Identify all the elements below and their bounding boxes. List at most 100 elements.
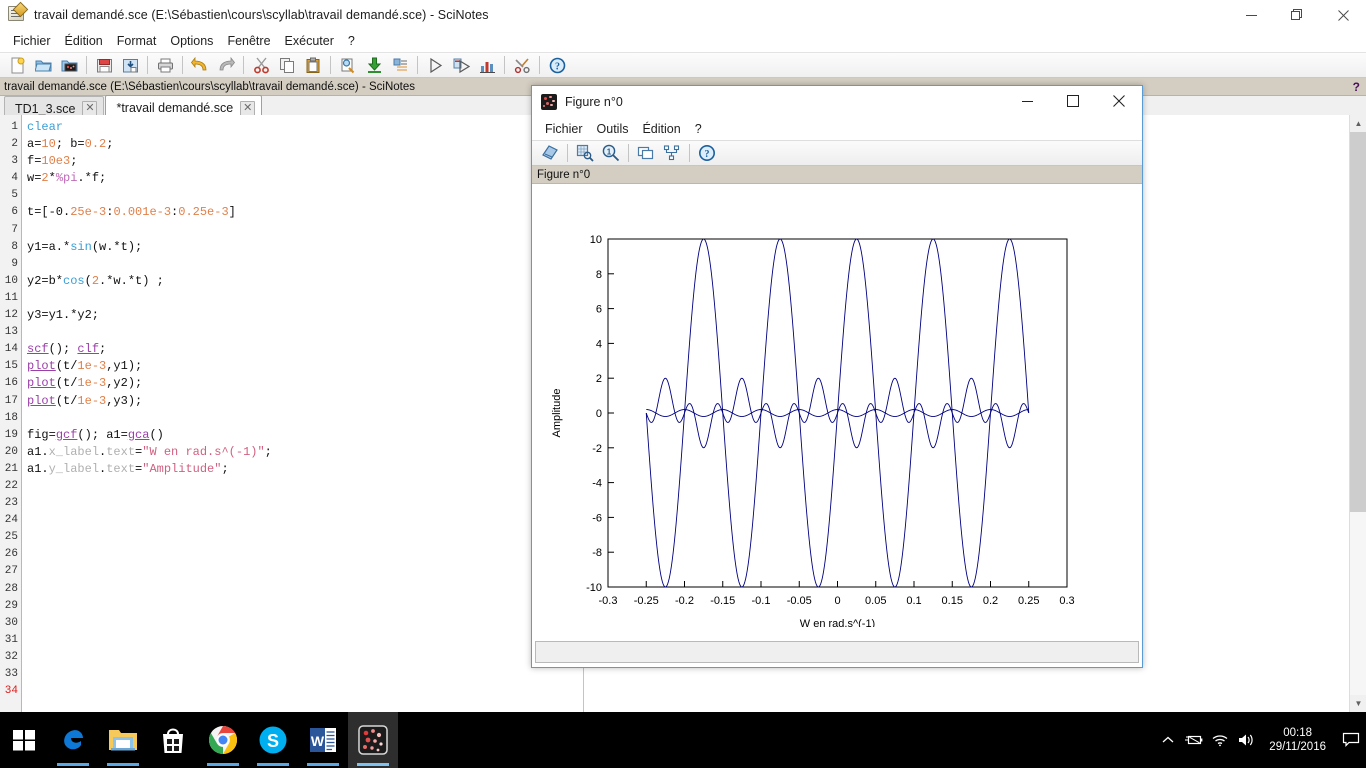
help-icon[interactable]: ? [695,142,719,164]
export-icon[interactable] [362,54,386,76]
scilab-icon [358,725,388,755]
taskbar-app-file-explorer[interactable] [98,712,148,768]
save-icon[interactable] [92,54,116,76]
zoom-original-icon[interactable]: 1 [599,142,623,164]
edge-icon [64,730,83,750]
menu-item-executer[interactable]: Exécuter [278,32,341,50]
menu-item-help[interactable]: ? [341,32,362,50]
minimize-icon[interactable] [1228,0,1274,30]
figure-plot-canvas[interactable]: -0.3 -0.25 -0.2 -0.15 -0.1 -0.05 0 0.05 0.1 0.15 0… [532,187,1142,630]
open-scilab-file-icon[interactable] [57,54,81,76]
taskbar-app-skype[interactable]: S [248,712,298,768]
copy-icon[interactable] [275,54,299,76]
toolbar-separator [330,56,331,74]
figure-menu-help[interactable]: ? [688,120,709,138]
y-tick-label: -10 [586,582,602,594]
editor-vertical-scrollbar[interactable]: ▲ ▼ [1349,115,1366,712]
find-replace-icon[interactable] [336,54,360,76]
new-figure-icon[interactable] [538,142,562,164]
line-number: 16 [4,377,18,390]
menu-item-fenetre[interactable]: Fenêtre [220,32,277,50]
main-window-controls [1228,0,1366,30]
tab-label: *travail demandé.sce [116,101,234,115]
print-icon[interactable] [153,54,177,76]
maximize-icon[interactable] [1050,86,1096,116]
taskbar-app-scilab[interactable] [348,712,398,768]
line-number: 24 [4,514,18,527]
main-titlebar: travail demandé.sce (E:\Sébastien\cours\… [0,0,1366,30]
line-number: 34 [4,685,18,698]
file-explorer-icon [109,730,137,751]
scroll-down-arrow-icon[interactable]: ▼ [1350,695,1366,712]
line-number: 28 [4,582,18,595]
menu-item-format[interactable]: Format [110,32,164,50]
redo-icon[interactable] [214,54,238,76]
battery-icon[interactable] [1181,712,1207,768]
line-number: 11 [4,291,18,304]
minimize-icon[interactable] [1004,86,1050,116]
profiling-icon[interactable] [475,54,499,76]
scinotes-icon [8,6,26,24]
line-number: 22 [4,479,18,492]
menu-item-fichier[interactable]: Fichier [6,32,58,50]
figure-menu-outils[interactable]: Outils [590,120,636,138]
windows-start-icon[interactable] [0,712,48,768]
copy-figure-icon[interactable] [634,142,658,164]
save-as-icon[interactable] [118,54,142,76]
graphic-export-icon[interactable] [660,142,684,164]
x-tick-label: 0 [834,595,840,607]
close-icon[interactable] [1096,86,1142,116]
open-file-icon[interactable] [31,54,55,76]
y-tick-label: 8 [596,269,602,281]
volume-icon[interactable] [1233,712,1259,768]
undo-icon[interactable] [188,54,212,76]
line-number: 15 [4,360,18,373]
docbar-help-icon[interactable]: ? [1353,80,1360,94]
maximize-icon[interactable] [1274,0,1320,30]
line-number: 32 [4,650,18,663]
notification-icon[interactable] [1336,712,1366,768]
toolbar-separator [243,56,244,74]
taskbar-app-store[interactable] [148,712,198,768]
zoom-area-icon[interactable] [573,142,597,164]
tab-label: TD1_3.sce [15,101,76,116]
clock-time: 00:18 [1283,727,1313,739]
line-number: 25 [4,531,18,544]
menu-item-edition[interactable]: Édition [58,32,110,50]
line-number: 6 [11,206,18,219]
main-window-title: travail demandé.sce (E:\Sébastien\cours\… [34,8,489,22]
taskbar-app-word[interactable]: W [298,712,348,768]
x-tick-label: 0.1 [906,595,921,607]
line-number: 3 [11,155,18,168]
taskbar-clock[interactable]: 00:18 29/11/2016 [1259,726,1336,754]
execute-file-icon[interactable] [449,54,473,76]
cut-icon[interactable] [249,54,273,76]
taskbar-app-chrome[interactable] [198,712,248,768]
tab-close-icon[interactable]: ✕ [82,101,98,116]
scrollbar-thumb[interactable] [1350,132,1366,512]
preferences-icon[interactable] [510,54,534,76]
paste-icon[interactable] [301,54,325,76]
help-icon[interactable]: ? [545,54,569,76]
line-number: 2 [11,138,18,151]
indent-icon[interactable] [388,54,412,76]
figure-menubar: Fichier Outils Édition ? [532,118,1142,140]
taskbar-app-edge[interactable] [48,712,98,768]
tab-close-icon[interactable]: ✕ [240,100,256,116]
new-file-icon[interactable] [5,54,29,76]
menu-item-options[interactable]: Options [163,32,220,50]
execute-icon[interactable] [423,54,447,76]
line-number-gutter: 1 2 3 4 5 6 7 8 9 10 11 12 13 14 15 16 17 18 19 20 21 22 23 24 2… [0,115,22,712]
line-number: 7 [11,223,18,236]
line-number: 1 [11,121,18,133]
show-hidden-icons-chevron[interactable] [1155,712,1181,768]
store-icon [163,728,183,753]
scroll-up-arrow-icon[interactable]: ▲ [1350,115,1366,132]
figure-menu-edition[interactable]: Édition [635,120,687,138]
close-icon[interactable] [1320,0,1366,30]
line-number: 9 [11,257,18,270]
figure-menu-fichier[interactable]: Fichier [538,120,590,138]
wifi-icon[interactable] [1207,712,1233,768]
